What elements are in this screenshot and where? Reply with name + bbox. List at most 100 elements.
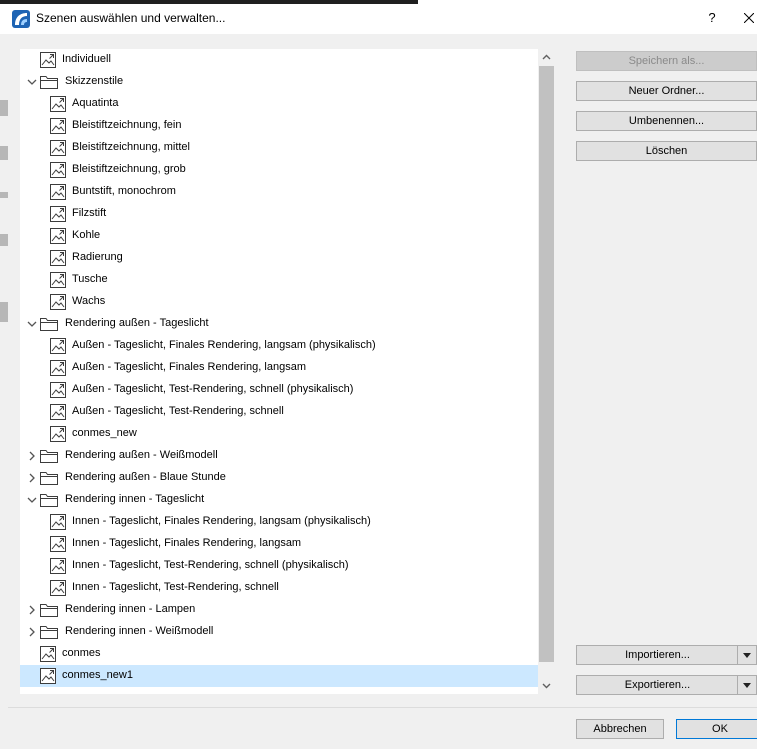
tree-scene-row[interactable]: Tusche xyxy=(20,269,538,291)
tree-item-label: Außen - Tageslicht, Test-Rendering, schn… xyxy=(72,383,354,395)
tree-folder-row[interactable]: Skizzenstile xyxy=(20,71,538,93)
tree-scrollbar[interactable] xyxy=(538,49,555,694)
export-dropdown[interactable] xyxy=(737,676,756,694)
scene-image-icon xyxy=(50,96,66,112)
tree-item-label: Innen - Tageslicht, Finales Rendering, l… xyxy=(72,537,302,549)
scene-image-icon xyxy=(50,558,66,574)
ok-button[interactable]: OK xyxy=(676,719,757,739)
tree-scene-row[interactable]: Bleistiftzeichnung, fein xyxy=(20,115,538,137)
expand-chevron-right-icon[interactable] xyxy=(25,624,39,640)
folder-icon xyxy=(40,74,58,90)
expand-chevron-down-icon[interactable] xyxy=(25,74,39,90)
tree-scene-row[interactable]: Innen - Tageslicht, Test-Rendering, schn… xyxy=(20,577,538,599)
tree-item-label: Bleistiftzeichnung, fein xyxy=(72,119,182,131)
import-dropdown[interactable] xyxy=(737,646,756,664)
tree-item-label: Filzstift xyxy=(72,207,107,219)
tree-item-label: Radierung xyxy=(72,251,123,263)
dropdown-arrow-icon xyxy=(743,653,751,658)
tree-item-label: Individuell xyxy=(62,53,111,65)
scroll-thumb[interactable] xyxy=(539,66,554,662)
export-button[interactable]: Exportieren... xyxy=(576,675,757,695)
background-window-edge-left xyxy=(0,34,8,749)
tree-item-label: Aquatinta xyxy=(72,97,119,109)
folder-icon xyxy=(40,316,58,332)
help-button[interactable]: ? xyxy=(700,7,724,29)
tree-folder-row[interactable]: Rendering innen - Lampen xyxy=(20,599,538,621)
tree-scene-row[interactable]: Außen - Tageslicht, Finales Rendering, l… xyxy=(20,335,538,357)
expand-chevron-right-icon[interactable] xyxy=(25,448,39,464)
tree-scene-row[interactable]: Bleistiftzeichnung, mittel xyxy=(20,137,538,159)
close-button[interactable] xyxy=(743,7,757,29)
expand-chevron-down-icon[interactable] xyxy=(25,492,39,508)
scroll-up-button[interactable] xyxy=(538,49,555,66)
tree-scene-row[interactable]: Filzstift xyxy=(20,203,538,225)
dropdown-arrow-icon xyxy=(743,683,751,688)
tree-scene-row[interactable]: Individuell xyxy=(20,49,538,71)
tree-folder-row[interactable]: Rendering innen - Tageslicht xyxy=(20,489,538,511)
scene-image-icon xyxy=(50,338,66,354)
tree-scene-row[interactable]: conmes_new1 xyxy=(20,665,538,687)
tree-scene-row[interactable]: conmes_new xyxy=(20,423,538,445)
import-label: Importieren... xyxy=(625,649,690,661)
tree-item-label: Rendering innen - Tageslicht xyxy=(65,493,205,505)
tree-scene-row[interactable]: Außen - Tageslicht, Test-Rendering, schn… xyxy=(20,379,538,401)
scene-tree[interactable]: Individuell Skizzenstile Aquatinta Bleistif… xyxy=(20,49,538,694)
scene-image-icon xyxy=(50,382,66,398)
footer-divider xyxy=(8,707,757,708)
tree-item-label: Innen - Tageslicht, Finales Rendering, l… xyxy=(72,515,371,527)
new-folder-button[interactable]: Neuer Ordner... xyxy=(576,81,757,101)
tree-item-label: Rendering außen - Blaue Stunde xyxy=(65,471,226,483)
tree-item-label: Außen - Tageslicht, Finales Rendering, l… xyxy=(72,361,306,373)
scene-image-icon xyxy=(50,426,66,442)
tree-scene-row[interactable]: Radierung xyxy=(20,247,538,269)
tree-item-label: Außen - Tageslicht, Finales Rendering, l… xyxy=(72,339,376,351)
scene-image-icon xyxy=(50,536,66,552)
tree-item-label: Innen - Tageslicht, Test-Rendering, schn… xyxy=(72,581,279,593)
tree-scene-row[interactable]: Außen - Tageslicht, Finales Rendering, l… xyxy=(20,357,538,379)
rename-button[interactable]: Umbenennen... xyxy=(576,111,757,131)
tree-scene-row[interactable]: Außen - Tageslicht, Test-Rendering, schn… xyxy=(20,401,538,423)
tree-item-label: Tusche xyxy=(72,273,108,285)
delete-button[interactable]: Löschen xyxy=(576,141,757,161)
chevron-down-icon xyxy=(542,683,551,689)
tree-item-label: Außen - Tageslicht, Test-Rendering, schn… xyxy=(72,405,284,417)
scene-image-icon xyxy=(50,272,66,288)
scene-image-icon xyxy=(50,118,66,134)
tree-scene-row[interactable]: conmes xyxy=(20,643,538,665)
scene-image-icon xyxy=(50,162,66,178)
tree-item-label: Innen - Tageslicht, Test-Rendering, schn… xyxy=(72,559,349,571)
tree-scene-row[interactable]: Wachs xyxy=(20,291,538,313)
tree-folder-row[interactable]: Rendering außen - Blaue Stunde xyxy=(20,467,538,489)
tree-item-label: Bleistiftzeichnung, mittel xyxy=(72,141,190,153)
tree-item-label: Buntstift, monochrom xyxy=(72,185,176,197)
tree-item-label: conmes_new1 xyxy=(62,669,133,681)
tree-folder-row[interactable]: Rendering außen - Tageslicht xyxy=(20,313,538,335)
save-as-button[interactable]: Speichern als... xyxy=(576,51,757,71)
expand-chevron-down-icon[interactable] xyxy=(25,316,39,332)
expand-chevron-right-icon[interactable] xyxy=(25,470,39,486)
close-icon xyxy=(743,12,755,24)
tree-scene-row[interactable]: Buntstift, monochrom xyxy=(20,181,538,203)
folder-icon xyxy=(40,470,58,486)
tree-scene-row[interactable]: Innen - Tageslicht, Test-Rendering, schn… xyxy=(20,555,538,577)
tree-folder-row[interactable]: Rendering innen - Weißmodell xyxy=(20,621,538,643)
folder-icon xyxy=(40,492,58,508)
tree-item-label: conmes_new xyxy=(72,427,137,439)
tree-scene-row[interactable]: Aquatinta xyxy=(20,93,538,115)
tree-scene-row[interactable]: Innen - Tageslicht, Finales Rendering, l… xyxy=(20,511,538,533)
tree-folder-row[interactable]: Rendering außen - Weißmodell xyxy=(20,445,538,467)
scroll-down-button[interactable] xyxy=(538,677,555,694)
tree-scene-row[interactable]: Innen - Tageslicht, Finales Rendering, l… xyxy=(20,533,538,555)
tree-scene-row[interactable]: Bleistiftzeichnung, grob xyxy=(20,159,538,181)
tree-item-label: Rendering innen - Lampen xyxy=(65,603,196,615)
scene-image-icon xyxy=(50,184,66,200)
window-title: Szenen auswählen und verwalten... xyxy=(36,11,226,25)
tree-item-label: Wachs xyxy=(72,295,106,307)
tree-scene-row[interactable]: Kohle xyxy=(20,225,538,247)
cancel-button[interactable]: Abbrechen xyxy=(576,719,664,739)
import-button[interactable]: Importieren... xyxy=(576,645,757,665)
scene-image-icon xyxy=(50,404,66,420)
expand-chevron-right-icon[interactable] xyxy=(25,602,39,618)
edge-mark xyxy=(0,302,8,322)
title-bar: Szenen auswählen und verwalten... ? xyxy=(0,4,757,34)
